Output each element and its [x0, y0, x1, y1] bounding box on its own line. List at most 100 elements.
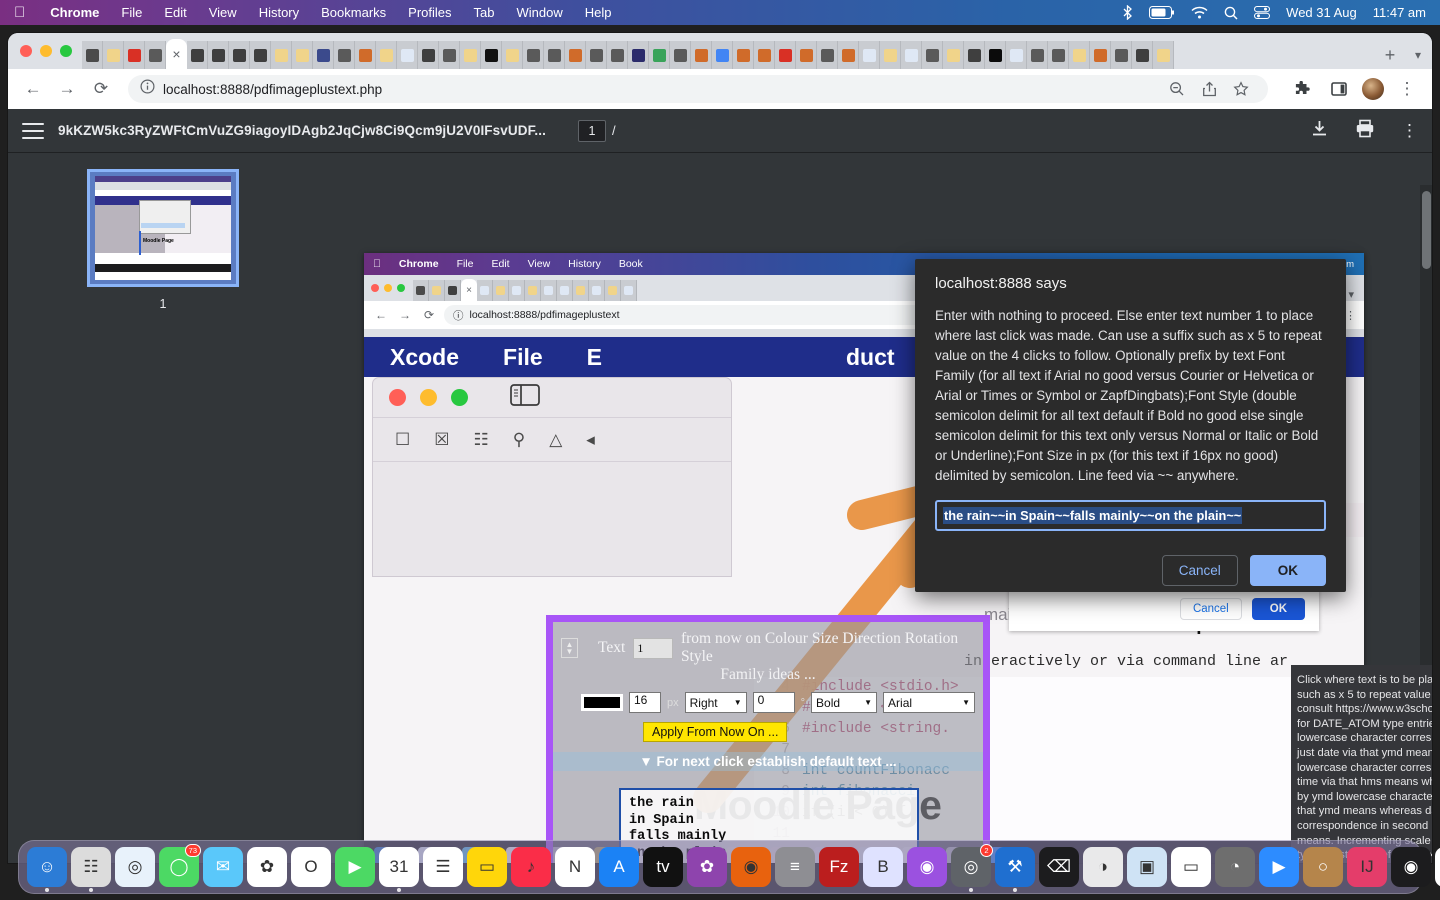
dock-item-music[interactable]: ♪ — [511, 847, 551, 887]
dock-item-facetime[interactable]: ▶ — [335, 847, 375, 887]
dock-item-app-store[interactable]: A — [599, 847, 639, 887]
tab[interactable] — [817, 41, 838, 69]
dock-item-contacts[interactable]: ○ — [1303, 847, 1343, 887]
apple-logo-icon[interactable]:  — [14, 5, 25, 20]
minimize-window-button[interactable] — [40, 45, 52, 57]
dock-item-mail[interactable]: ✉ — [203, 847, 243, 887]
dock-item-opera[interactable]: O — [291, 847, 331, 887]
dock-item-calculator[interactable]: ≡ — [775, 847, 815, 887]
style-select[interactable]: Bold ▼ — [811, 692, 878, 713]
tab[interactable] — [607, 41, 628, 69]
menu-item-bookmarks[interactable]: Bookmarks — [310, 5, 397, 20]
font-size-input[interactable]: 16 — [629, 692, 661, 713]
tab[interactable] — [922, 41, 943, 69]
tab[interactable] — [649, 41, 670, 69]
tab[interactable] — [964, 41, 985, 69]
menu-item-file[interactable]: File — [110, 5, 153, 20]
tab[interactable] — [544, 41, 565, 69]
tab[interactable] — [1090, 41, 1111, 69]
bluetooth-icon[interactable] — [1122, 5, 1133, 20]
tab[interactable] — [334, 41, 355, 69]
tab[interactable] — [1027, 41, 1048, 69]
menubar-date[interactable]: Wed 31 Aug — [1286, 5, 1357, 20]
download-icon[interactable] — [1310, 119, 1329, 143]
tab[interactable] — [292, 41, 313, 69]
side-panel-icon[interactable] — [1324, 74, 1354, 104]
tab[interactable] — [754, 41, 775, 69]
hamburger-icon[interactable] — [22, 122, 44, 139]
tab[interactable] — [439, 41, 460, 69]
tab[interactable] — [1006, 41, 1027, 69]
dock-item-terminal[interactable]: ⌫ — [1039, 847, 1079, 887]
dock-item-news[interactable]: N — [555, 847, 595, 887]
tab[interactable] — [628, 41, 649, 69]
dock-item-chrome-canary[interactable]: ◎ 2 — [951, 844, 993, 892]
pdf-scrollbar-thumb[interactable] — [1422, 191, 1431, 269]
dock-item-gimp[interactable]: ◔ — [1215, 847, 1255, 887]
tab[interactable] — [271, 41, 292, 69]
three-dot-menu-icon[interactable]: ⋮ — [1392, 74, 1422, 104]
tab[interactable] — [124, 41, 145, 69]
menu-item-tab[interactable]: Tab — [463, 5, 506, 20]
tab[interactable] — [985, 41, 1006, 69]
tab[interactable] — [313, 41, 334, 69]
tab[interactable] — [1132, 41, 1153, 69]
menu-item-profiles[interactable]: Profiles — [397, 5, 462, 20]
dock-item-quicktime[interactable]: ◉ — [1391, 847, 1431, 887]
active-tab[interactable]: × — [166, 39, 187, 69]
tab[interactable] — [796, 41, 817, 69]
share-icon[interactable] — [1194, 74, 1224, 104]
back-arrow-icon[interactable]: ← — [18, 74, 48, 104]
page-number-input[interactable]: 1 — [577, 119, 606, 142]
forward-arrow-icon[interactable]: → — [52, 74, 82, 104]
three-dot-menu-icon[interactable]: ⋮ — [1401, 121, 1418, 141]
menu-item-help[interactable]: Help — [574, 5, 623, 20]
dock-item-filezilla[interactable]: Fz — [819, 847, 859, 887]
dock-item-preview[interactable]: ▣ — [1127, 847, 1167, 887]
ok-button[interactable]: OK — [1249, 555, 1326, 586]
menu-item-history[interactable]: History — [248, 5, 310, 20]
menu-item-edit[interactable]: Edit — [153, 5, 197, 20]
tab[interactable] — [712, 41, 733, 69]
reload-icon[interactable]: ⟳ — [86, 74, 116, 104]
tab[interactable] — [838, 41, 859, 69]
battery-icon[interactable] — [1149, 6, 1175, 19]
wifi-icon[interactable] — [1191, 6, 1208, 19]
rotation-input[interactable]: 0 — [752, 692, 795, 713]
tab[interactable] — [460, 41, 481, 69]
close-window-button[interactable] — [20, 45, 32, 57]
background-ok-button[interactable]: OK — [1251, 598, 1305, 620]
tab[interactable] — [502, 41, 523, 69]
dock-item-safari[interactable]: ◎ — [115, 847, 155, 887]
dock-item-launchpad[interactable]: ☷ — [71, 847, 111, 892]
dock-item-chrome[interactable]: ◎ — [1435, 847, 1440, 887]
tab[interactable] — [565, 41, 586, 69]
direction-select[interactable]: Right ▼ — [684, 692, 747, 713]
font-family-select[interactable]: Arial ▼ — [883, 692, 976, 713]
tab[interactable] — [418, 41, 439, 69]
search-icon[interactable] — [1224, 6, 1238, 20]
dock-item-paint[interactable]: ✿ — [687, 847, 727, 887]
cancel-button[interactable]: Cancel — [1161, 555, 1238, 586]
menu-item-view[interactable]: View — [198, 5, 248, 20]
address-bar[interactable]: localhost:8888/pdfimageplustext.php — [128, 75, 1268, 103]
tab[interactable] — [943, 41, 964, 69]
dock-item-reminders[interactable]: ☰ — [423, 847, 463, 887]
tab[interactable] — [1069, 41, 1090, 69]
dock-item-notes[interactable]: ▭ — [467, 847, 507, 887]
tab[interactable] — [859, 41, 880, 69]
dock-item-bbedit[interactable]: B — [863, 847, 903, 887]
dock-item-xcode[interactable]: ⚒ — [995, 847, 1035, 892]
dock-item-calendar[interactable]: 31 — [379, 847, 419, 892]
avatar[interactable] — [1362, 78, 1384, 100]
menubar-time[interactable]: 11:47 am — [1373, 5, 1426, 20]
tab[interactable] — [397, 41, 418, 69]
tab[interactable] — [229, 41, 250, 69]
tab[interactable] — [1111, 41, 1132, 69]
menu-item-chrome[interactable]: Chrome — [39, 5, 110, 20]
tab[interactable] — [103, 41, 124, 69]
tab[interactable] — [880, 41, 901, 69]
thumbnail-page-1[interactable]: Moodle Page — [87, 169, 239, 287]
tab[interactable] — [82, 41, 103, 69]
dock-item-zoom[interactable]: ▶ — [1259, 847, 1299, 887]
